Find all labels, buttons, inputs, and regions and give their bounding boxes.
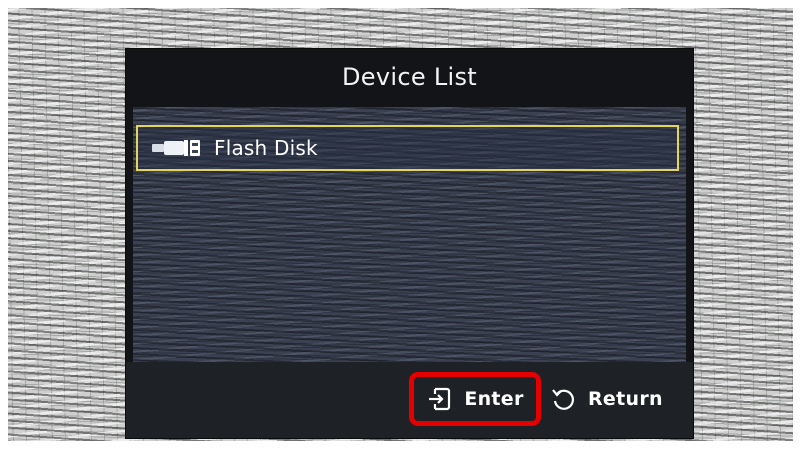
return-icon [550, 386, 576, 412]
device-list-dialog: Device List Flash Disk Enter Return [126, 49, 693, 438]
footer-bar: Enter Return [126, 362, 693, 438]
usb-drive-icon [150, 137, 202, 159]
enter-label: Enter [464, 388, 524, 410]
enter-button[interactable]: Enter [409, 372, 541, 426]
return-label: Return [588, 388, 663, 410]
enter-icon [426, 386, 452, 412]
device-label: Flash Disk [214, 136, 318, 160]
device-item-flash-disk[interactable]: Flash Disk [136, 125, 679, 171]
return-button[interactable]: Return [550, 372, 670, 426]
dialog-title: Device List [342, 63, 477, 91]
